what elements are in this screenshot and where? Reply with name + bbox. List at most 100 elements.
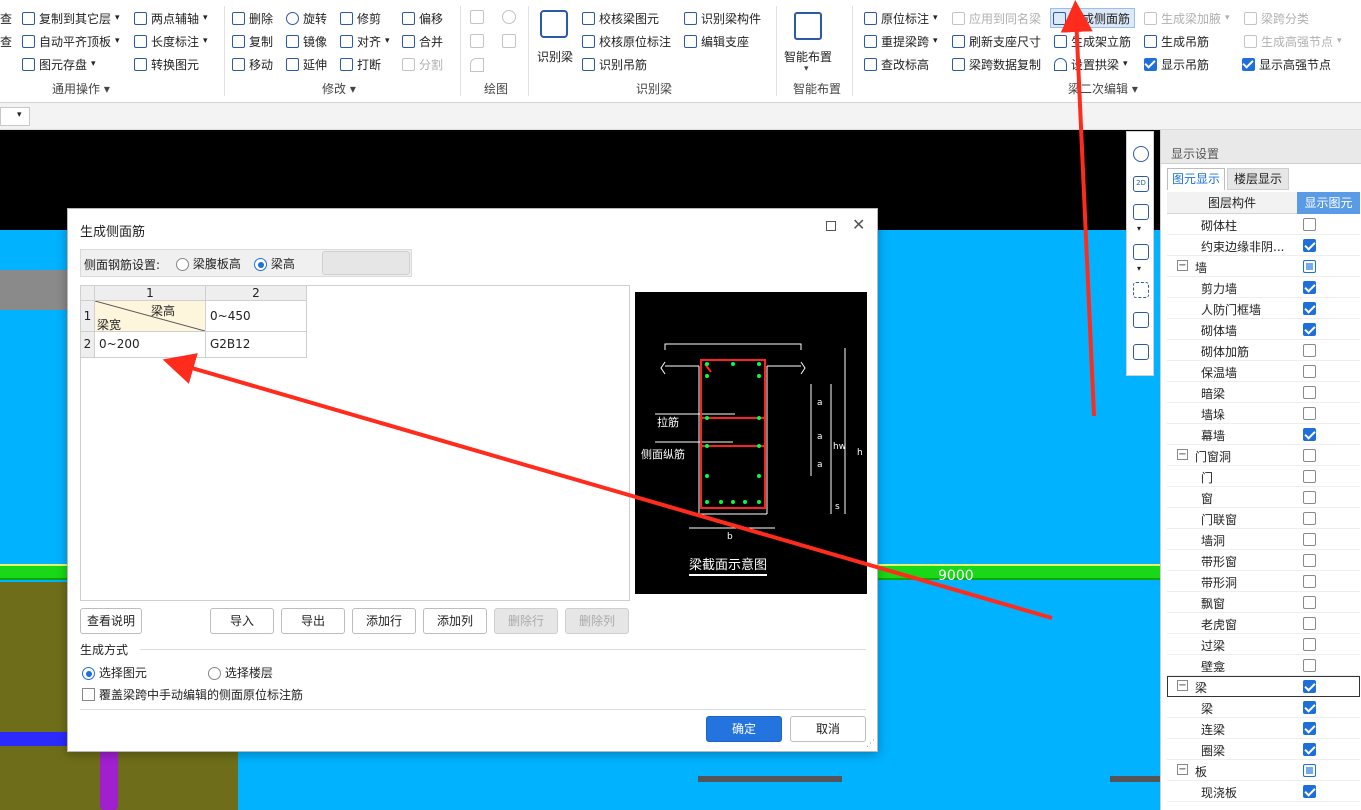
draw-circle-icon[interactable] — [502, 10, 516, 24]
collapse-icon[interactable]: − — [1177, 680, 1188, 691]
layer-row[interactable]: 剪力墙 — [1167, 277, 1360, 298]
rotate-button[interactable]: 旋转 — [286, 8, 327, 28]
cancel-button[interactable]: 取消 — [790, 716, 866, 742]
layer-row[interactable]: 带形洞 — [1167, 571, 1360, 592]
chevron-down-icon[interactable]: ▾ — [1137, 264, 1141, 273]
delete-col-button[interactable]: 删除列 — [565, 608, 629, 634]
layer-visible-checkbox[interactable] — [1303, 575, 1316, 588]
smart-layout-button[interactable]: 智能布置 — [784, 48, 832, 65]
help-button[interactable]: 查看说明 — [80, 608, 142, 634]
column-element[interactable] — [100, 750, 118, 810]
identify-beam-button[interactable]: 识别梁 — [537, 48, 573, 65]
layer-visible-checkbox[interactable] — [1303, 785, 1316, 798]
layer-row[interactable]: − 墙 — [1167, 256, 1360, 277]
layer-visible-checkbox[interactable] — [1303, 218, 1316, 231]
layer-row[interactable]: 壁龛 — [1167, 655, 1360, 676]
layer-row[interactable]: 砌体加筋 — [1167, 340, 1360, 361]
set-arch-beam-button[interactable]: 设置拱梁 ▾ — [1054, 54, 1128, 74]
layer-visible-checkbox[interactable] — [1303, 470, 1316, 483]
collapse-icon[interactable]: − — [1177, 764, 1188, 775]
layer-visible-checkbox[interactable] — [1303, 722, 1316, 735]
break-button[interactable]: 打断 — [340, 54, 381, 74]
radio-web-height[interactable]: 梁腹板高 — [176, 255, 241, 272]
chevron-down-icon[interactable]: ▾ — [804, 64, 809, 74]
layer-row[interactable]: 保温墙 — [1167, 361, 1360, 382]
layer-row[interactable]: 老虎窗 — [1167, 613, 1360, 634]
edit-support-button[interactable]: 编辑支座 — [684, 31, 749, 51]
chevron-down-icon[interactable]: ▾ — [1137, 224, 1141, 233]
identify-hanger-button[interactable]: 识别吊筋 — [582, 54, 647, 74]
layer-visible-checkbox[interactable] — [1303, 344, 1316, 357]
length-dim-button[interactable]: 长度标注 ▾ — [134, 31, 208, 51]
collapse-icon[interactable]: − — [1177, 260, 1188, 271]
override-checkbox[interactable]: 覆盖梁跨中手动编辑的侧面原位标注筋 — [82, 686, 303, 703]
layer-visible-checkbox[interactable] — [1303, 281, 1316, 294]
tab-element-display[interactable]: 图元显示 — [1167, 168, 1225, 190]
auto-align-top-button[interactable]: 自动平齐顶板 ▾ — [22, 31, 120, 51]
edit-elevation-button[interactable]: 查改标高 — [864, 54, 929, 74]
delete-button[interactable]: 删除 — [232, 8, 273, 28]
ok-button[interactable]: 确定 — [706, 716, 782, 742]
layer-visible-checkbox[interactable] — [1303, 596, 1316, 609]
layer-row[interactable]: 人防门框墙 — [1167, 298, 1360, 319]
2d-view-icon[interactable]: 2D — [1133, 176, 1149, 192]
inplace-annotation-button[interactable]: 原位标注 ▾ — [864, 8, 938, 28]
apply-same-beam-button[interactable]: 应用到同名梁 — [952, 8, 1041, 28]
layer-visible-checkbox[interactable] — [1303, 512, 1316, 525]
layer-visible-checkbox[interactable] — [1303, 302, 1316, 315]
show-hanger-checkbox[interactable]: 显示吊筋 — [1144, 54, 1209, 74]
layer-visible-checkbox[interactable] — [1303, 659, 1316, 672]
collapse-icon[interactable]: − — [1177, 449, 1188, 460]
layer-row[interactable]: 飘窗 — [1167, 592, 1360, 613]
layer-visible-checkbox[interactable] — [1303, 428, 1316, 441]
layer-row[interactable]: 现浇板 — [1167, 781, 1360, 802]
show-hs-node-checkbox[interactable]: 显示高强节点 — [1242, 54, 1331, 74]
view-settings-icon[interactable] — [1133, 344, 1149, 360]
layer-row[interactable]: 砌体柱 — [1167, 214, 1360, 235]
layer-row[interactable]: 砌体墙 — [1167, 319, 1360, 340]
layer-select[interactable]: ▾ — [0, 107, 30, 126]
radio-select-element[interactable]: 选择图元 — [82, 664, 147, 681]
orbit-icon[interactable] — [1133, 146, 1149, 162]
re-extract-span-button[interactable]: 重提梁跨 ▾ — [864, 31, 938, 51]
row-header-1[interactable]: 1 — [81, 301, 95, 332]
identify-beam-comp-button[interactable]: 识别梁构件 — [684, 8, 761, 28]
layer-visible-checkbox[interactable] — [1303, 617, 1316, 630]
layer-visible-checkbox[interactable] — [1303, 323, 1316, 336]
layer-visible-checkbox[interactable] — [1303, 764, 1316, 777]
gen-side-rebar-button[interactable]: 生成侧面筋 — [1050, 8, 1136, 28]
resize-grip-icon[interactable]: ⋰ — [866, 739, 875, 749]
row-header-2[interactable]: 2 — [81, 332, 95, 358]
layer-row[interactable]: 门 — [1167, 466, 1360, 487]
cell-width-range[interactable]: 0~200 — [95, 332, 206, 358]
trim-button[interactable]: 修剪 — [340, 8, 381, 28]
layer-visible-checkbox[interactable] — [1303, 239, 1316, 252]
layer-row[interactable]: 带形窗 — [1167, 550, 1360, 571]
layer-row[interactable]: − 板 — [1167, 760, 1360, 781]
save-element-button[interactable]: 图元存盘 ▾ — [22, 54, 96, 74]
copy-span-data-button[interactable]: 梁跨数据复制 — [952, 54, 1041, 74]
layer-visible-checkbox[interactable] — [1303, 680, 1316, 693]
close-icon[interactable]: ✕ — [852, 215, 865, 234]
layer-row[interactable]: 墙垛 — [1167, 403, 1360, 424]
col-header-1[interactable]: 1 — [95, 286, 206, 301]
cell-height-range[interactable]: 0~450 — [206, 301, 307, 332]
tab-floor-display[interactable]: 楼层显示 — [1227, 168, 1289, 190]
gen-hs-node-button[interactable]: 生成高强节点 ▾ — [1244, 31, 1342, 51]
layer-row[interactable]: − 梁 — [1167, 676, 1360, 697]
offset-button[interactable]: 偏移 — [402, 8, 443, 28]
refresh-support-button[interactable]: 刷新支座尺寸 — [952, 31, 1041, 51]
layer-row[interactable]: 幕墙 — [1167, 424, 1360, 445]
add-row-button[interactable]: 添加行 — [352, 608, 416, 634]
mirror-button[interactable]: 镜像 — [286, 31, 327, 51]
3d-solid-icon[interactable] — [1133, 244, 1149, 260]
check-annotation-button[interactable]: 校核原位标注 — [582, 31, 671, 51]
layer-visible-checkbox[interactable] — [1303, 743, 1316, 756]
web-height-setting-button[interactable] — [322, 251, 410, 275]
draw-line-icon[interactable] — [470, 34, 484, 48]
layer-row[interactable]: 墙洞 — [1167, 529, 1360, 550]
layer-visible-checkbox[interactable] — [1303, 386, 1316, 399]
layer-visible-checkbox[interactable] — [1303, 491, 1316, 504]
check-beam-button[interactable]: 校核梁图元 — [582, 8, 659, 28]
layer-visible-checkbox[interactable] — [1303, 701, 1316, 714]
